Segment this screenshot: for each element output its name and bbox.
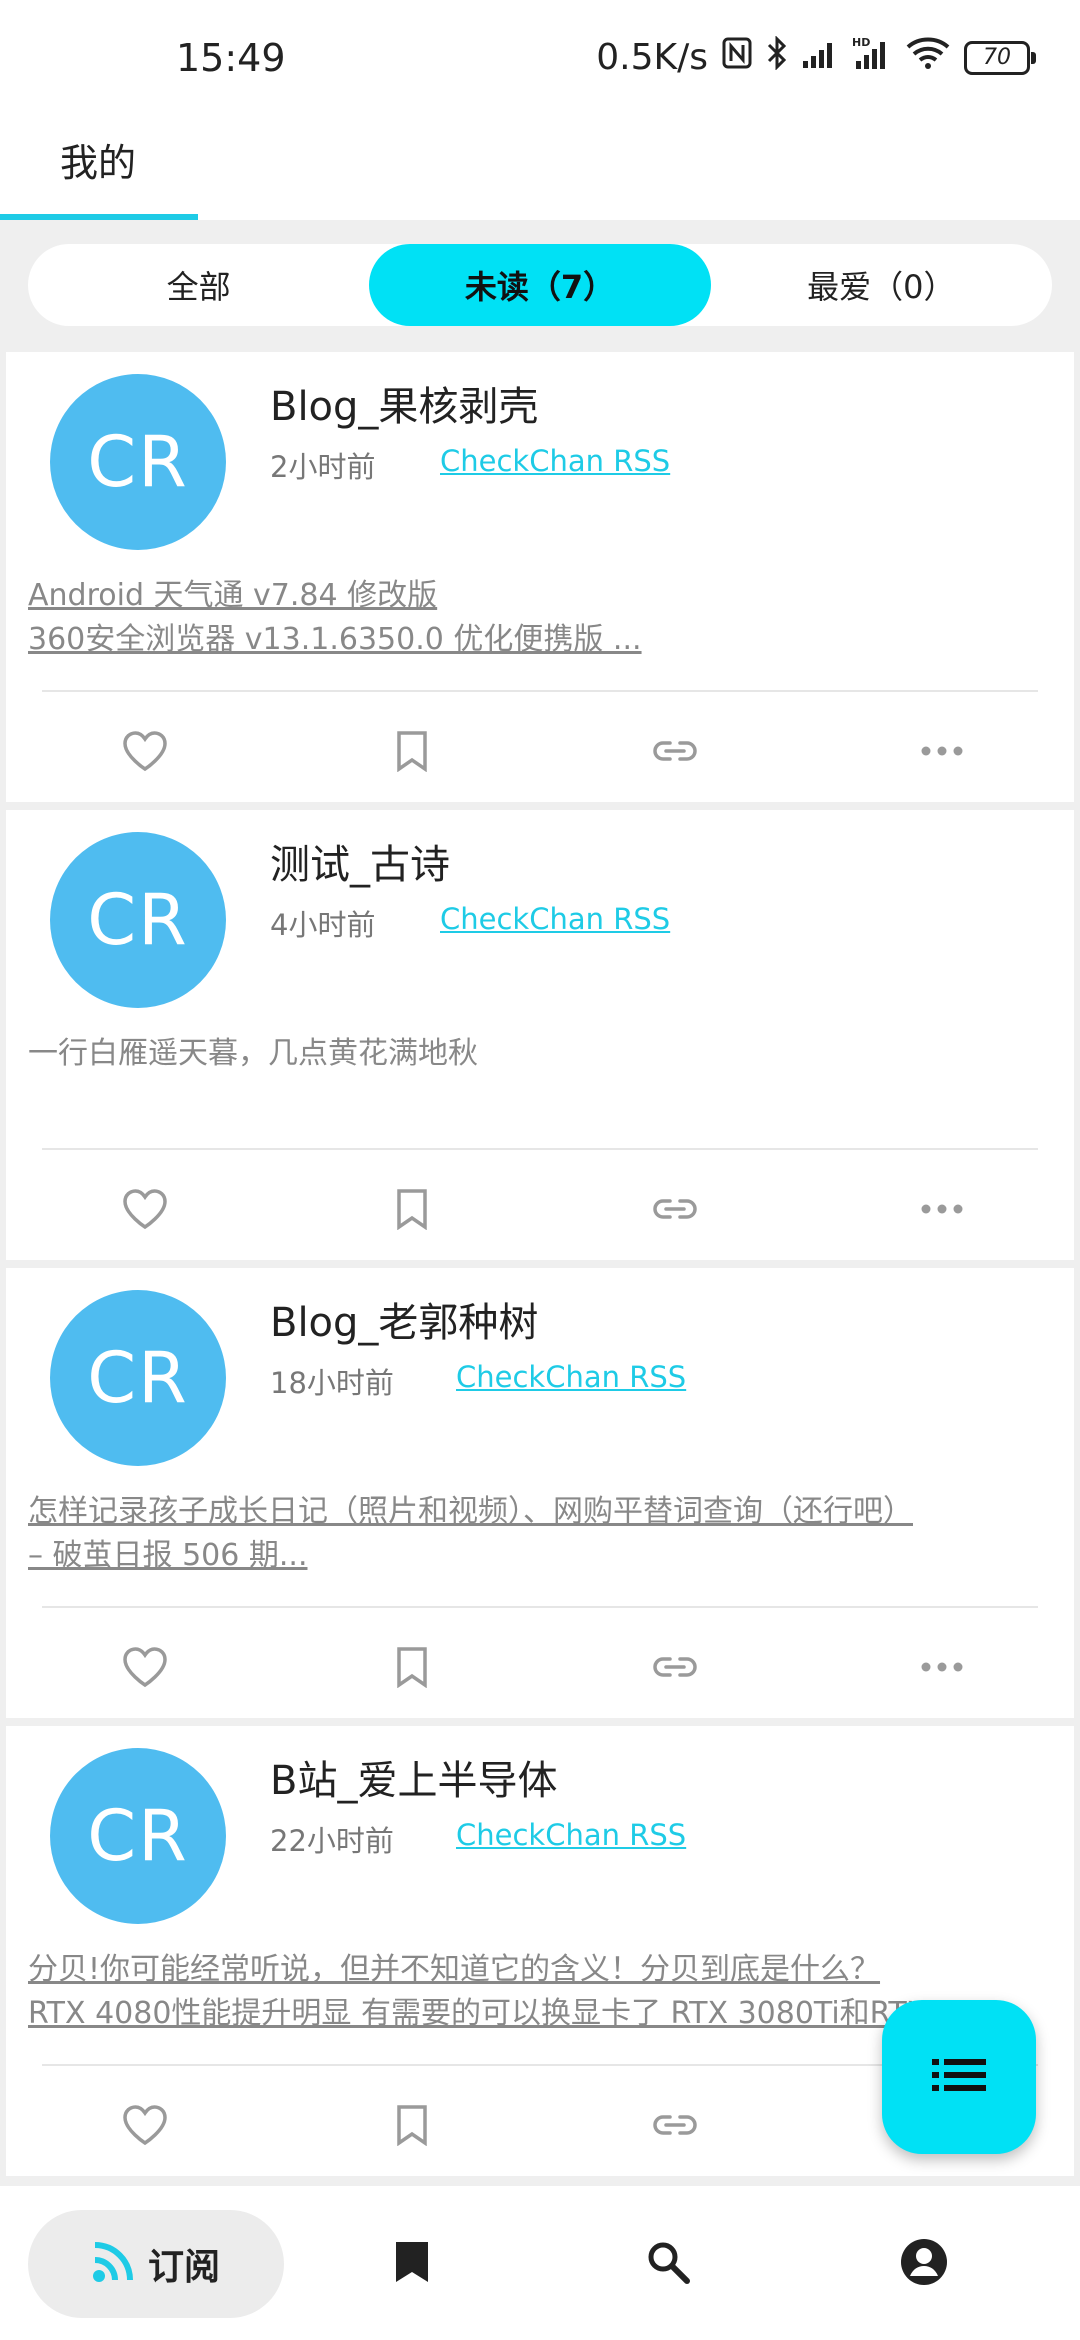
- nav-subscriptions[interactable]: 订阅: [28, 2210, 284, 2318]
- divider: [42, 690, 1038, 692]
- summary-line: 怎样记录孩子成长日记（照片和视频）、网购平替词查询（还行吧）: [28, 1494, 913, 1529]
- filter-segmented-control: 全部 未读（7） 最爱（0）: [28, 244, 1052, 326]
- link-icon[interactable]: [650, 2100, 700, 2150]
- summary-line: – 破茧日报 506 期...: [28, 1538, 308, 1573]
- segment-all[interactable]: 全部: [28, 244, 369, 326]
- link-icon[interactable]: [650, 726, 700, 776]
- heart-icon[interactable]: [120, 1184, 170, 1234]
- heart-icon[interactable]: [120, 2100, 170, 2150]
- segment-favorites[interactable]: 最爱（0）: [711, 244, 1052, 326]
- bookmark-icon[interactable]: [387, 1184, 437, 1234]
- bookmark-icon[interactable]: [387, 2100, 437, 2150]
- bookmark-icon[interactable]: [387, 726, 437, 776]
- heart-icon[interactable]: [120, 726, 170, 776]
- avatar: CR: [50, 374, 226, 550]
- card-actions: [6, 1618, 1074, 1708]
- segment-unread[interactable]: 未读（7）: [369, 244, 711, 326]
- heart-icon[interactable]: [120, 1642, 170, 1692]
- status-time: 15:49: [176, 36, 286, 80]
- nav-search[interactable]: [640, 2210, 696, 2318]
- avatar: CR: [50, 832, 226, 1008]
- link-icon[interactable]: [650, 1184, 700, 1234]
- summary-line: 一行白雁遥天暮，几点黄花满地秋: [28, 1036, 478, 1071]
- card-summary[interactable]: 怎样记录孩子成长日记（照片和视频）、网购平替词查询（还行吧） – 破茧日报 50…: [28, 1490, 1058, 1578]
- divider: [42, 1148, 1038, 1150]
- summary-line: Android 天气通 v7.84 修改版: [28, 578, 438, 613]
- card-source-link[interactable]: CheckChan RSS: [456, 1360, 686, 1394]
- bookmark-icon: [394, 2240, 430, 2288]
- feed-card[interactable]: CR 测试_古诗 4小时前 CheckChan RSS 一行白雁遥天暮，几点黄花…: [6, 810, 1074, 1260]
- card-actions: [6, 1160, 1074, 1250]
- summary-line: 分贝!你可能经常听说，但并不知道它的含义！分贝到底是什么？: [28, 1952, 881, 1987]
- nav-bookmarks[interactable]: [384, 2210, 440, 2318]
- tab-mine[interactable]: 我的: [60, 132, 136, 187]
- card-source-link[interactable]: CheckChan RSS: [440, 444, 670, 478]
- fab-list-button[interactable]: [882, 2000, 1036, 2154]
- tab-indicator: [0, 214, 198, 220]
- card-time: 4小时前: [270, 908, 376, 942]
- status-icons: 0.5K/s HD 70: [596, 35, 1036, 79]
- nav-label: 订阅: [147, 2247, 220, 2288]
- bluetooth-icon: [766, 35, 788, 79]
- feed-card[interactable]: CR Blog_老郭种树 18小时前 CheckChan RSS 怎样记录孩子成…: [6, 1268, 1074, 1718]
- more-icon[interactable]: [917, 1184, 967, 1234]
- card-time: 2小时前: [270, 450, 376, 484]
- bottom-nav: 订阅: [0, 2186, 1080, 2340]
- card-title[interactable]: Blog_果核剥壳: [270, 374, 538, 432]
- card-time: 22小时前: [270, 1824, 394, 1858]
- search-icon: [646, 2240, 690, 2288]
- svg-text:HD: HD: [852, 36, 870, 49]
- divider: [42, 1606, 1038, 1608]
- summary-line: 360安全浏览器 v13.1.6350.0 优化便携版 ...: [28, 622, 642, 657]
- card-time: 18小时前: [270, 1366, 394, 1400]
- status-bar: 15:49 0.5K/s HD 70: [0, 0, 1080, 120]
- list-icon: [932, 2057, 986, 2097]
- card-title[interactable]: 测试_古诗: [270, 832, 450, 890]
- more-icon[interactable]: [917, 726, 967, 776]
- nfc-icon: [722, 37, 752, 78]
- card-summary[interactable]: 一行白雁遥天暮，几点黄花满地秋: [28, 1032, 1058, 1076]
- nav-account[interactable]: [896, 2210, 952, 2318]
- feed-card[interactable]: CR Blog_果核剥壳 2小时前 CheckChan RSS Android …: [6, 352, 1074, 802]
- more-icon[interactable]: [917, 1642, 967, 1692]
- card-source-link[interactable]: CheckChan RSS: [456, 1818, 686, 1852]
- card-source-link[interactable]: CheckChan RSS: [440, 902, 670, 936]
- avatar: CR: [50, 1290, 226, 1466]
- card-title[interactable]: B站_爱上半导体: [270, 1748, 557, 1806]
- card-title[interactable]: Blog_老郭种树: [270, 1290, 538, 1348]
- battery-icon: 70: [964, 40, 1036, 75]
- top-bar: 我的: [0, 120, 1080, 220]
- rss-icon: [92, 2241, 134, 2287]
- avatar: CR: [50, 1748, 226, 1924]
- link-icon[interactable]: [650, 1642, 700, 1692]
- hd-signal-icon: HD: [852, 36, 892, 79]
- card-summary[interactable]: Android 天气通 v7.84 修改版 360安全浏览器 v13.1.635…: [28, 574, 1058, 662]
- wifi-icon: [906, 37, 950, 78]
- card-actions: [6, 702, 1074, 792]
- signal-icon: [802, 37, 838, 78]
- net-speed: 0.5K/s: [596, 37, 708, 78]
- account-icon: [900, 2238, 948, 2290]
- bookmark-icon[interactable]: [387, 1642, 437, 1692]
- feed-list: CR Blog_果核剥壳 2小时前 CheckChan RSS Android …: [6, 352, 1074, 2184]
